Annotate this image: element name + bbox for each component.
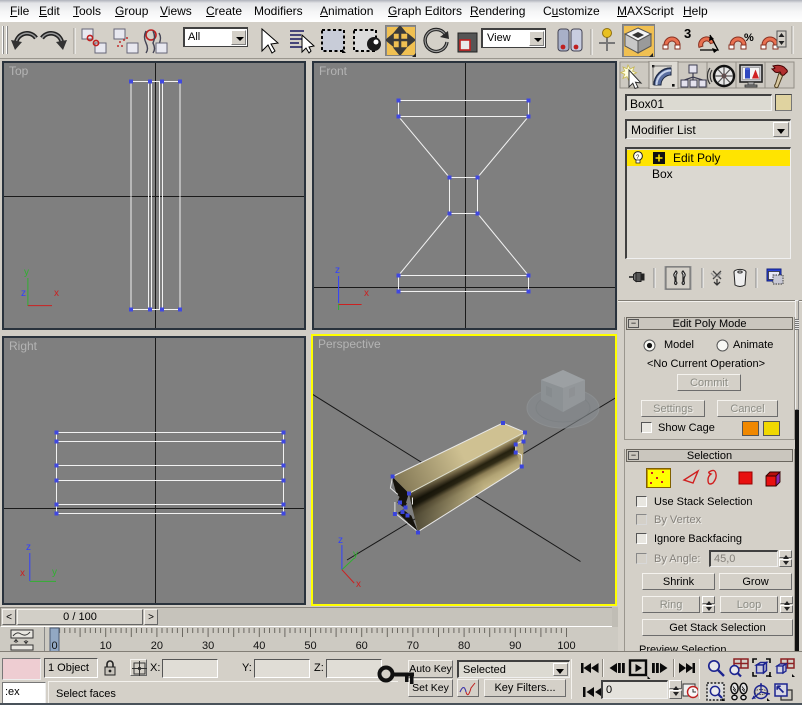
svg-text:3: 3 — [684, 26, 691, 41]
svg-text:z: z — [21, 288, 26, 299]
svg-text:x: x — [364, 288, 369, 299]
svg-text:y: y — [52, 567, 57, 578]
svg-text:x: x — [54, 288, 59, 299]
svg-text:z: z — [26, 542, 31, 553]
svg-text:%: % — [744, 32, 754, 44]
svg-text:y: y — [24, 267, 29, 278]
svg-text:x: x — [356, 579, 361, 590]
svg-text:x: x — [20, 568, 25, 579]
svg-text:z: z — [338, 535, 343, 546]
svg-text:z: z — [335, 265, 340, 276]
